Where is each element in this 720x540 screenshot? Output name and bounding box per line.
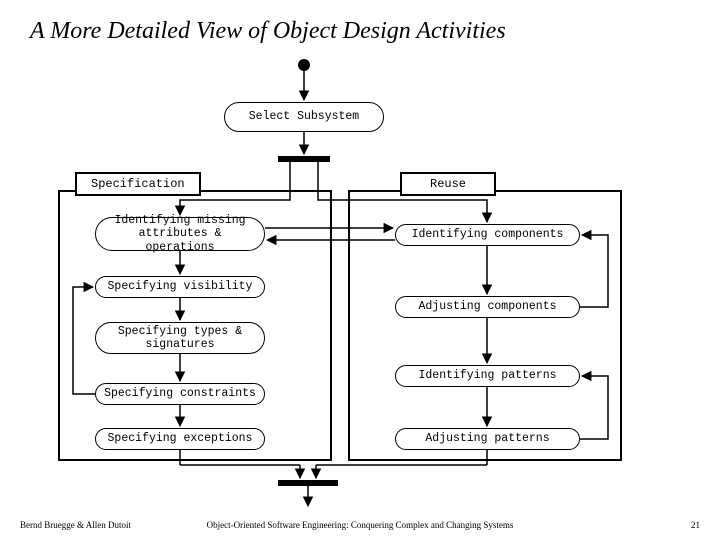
flow-arrows: [0, 0, 720, 540]
footer-book-title: Object-Oriented Software Engineering: Co…: [207, 520, 514, 530]
footer-authors: Bernd Bruegge & Allen Dutoit: [20, 520, 131, 530]
footer-page-number: 21: [691, 520, 700, 530]
